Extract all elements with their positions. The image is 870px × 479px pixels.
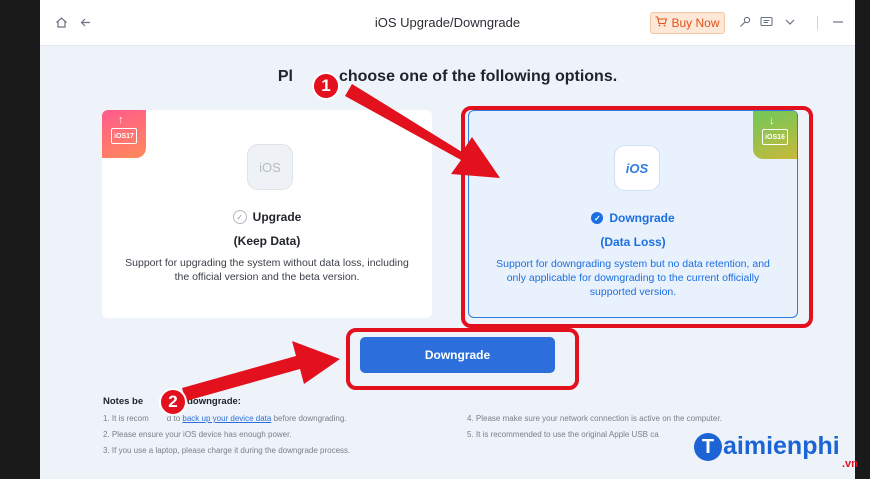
step-marker-1: 1 xyxy=(312,72,340,100)
radio-checked-icon[interactable]: ✓ xyxy=(591,212,604,224)
upgrade-subtitle: (Keep Data) xyxy=(233,234,301,248)
buy-now-button[interactable]: Buy Now xyxy=(650,12,725,34)
downgrade-subtitle: (Data Loss) xyxy=(600,235,666,249)
up-arrow-icon: ↑ xyxy=(118,114,124,126)
back-arrow-icon[interactable] xyxy=(77,14,93,30)
minimize-icon[interactable] xyxy=(830,14,846,30)
downgrade-title-text: Downgrade xyxy=(609,211,675,225)
notes-title-start: Notes be xyxy=(103,396,144,407)
note-1: 1. It is recom d to back up your device d… xyxy=(103,414,347,423)
ios16-badge-label: iOS16 xyxy=(762,129,788,145)
ios-download-icon: iOS xyxy=(614,145,660,191)
chevron-down-icon[interactable] xyxy=(782,14,798,30)
ios17-badge: ↑ iOS17 xyxy=(102,110,146,158)
note-2: 2. Please ensure your iOS device has eno… xyxy=(103,430,292,439)
ios17-badge-label: iOS17 xyxy=(111,128,137,144)
ios16-badge: ↓ iOS16 xyxy=(753,111,797,159)
step-marker-2: 2 xyxy=(159,388,187,416)
notes-title-end: downgrade: xyxy=(187,396,241,407)
note-4: 4. Please make sure your network connect… xyxy=(467,414,722,423)
downgrade-option-card[interactable]: ↓ iOS16 iOS ✓ Downgrade (Data Loss) Supp… xyxy=(468,110,798,318)
note-1-suffix: before downgrading. xyxy=(273,414,347,423)
watermark-suffix: .vn xyxy=(842,458,858,470)
heading-start: Pl xyxy=(277,68,293,85)
window-title: iOS Upgrade/Downgrade xyxy=(374,15,521,30)
downgrade-button[interactable]: Downgrade xyxy=(360,337,555,373)
upgrade-title: ✓ Upgrade xyxy=(102,210,432,224)
downgrade-description: Support for downgrading system but no da… xyxy=(496,258,770,298)
upgrade-title-text: Upgrade xyxy=(252,210,302,224)
down-arrow-icon: ↓ xyxy=(769,115,775,127)
titlebar-divider xyxy=(817,16,818,30)
buy-now-label: Buy Now xyxy=(671,16,720,30)
cart-icon xyxy=(655,16,668,30)
watermark-text: aimienphi xyxy=(723,432,840,460)
site-watermark: Taimienphi .vn xyxy=(694,432,858,470)
home-icon[interactable] xyxy=(53,14,69,30)
radio-unchecked-icon[interactable]: ✓ xyxy=(232,210,247,224)
note-1-prefix: 1. It is recom xyxy=(103,414,149,423)
note-3: 3. If you use a laptop, please charge it… xyxy=(103,446,351,455)
title-bar: iOS Upgrade/Downgrade Buy Now xyxy=(40,0,855,46)
ios-icon: iOS xyxy=(247,144,293,190)
feedback-icon[interactable] xyxy=(758,14,774,30)
key-icon[interactable] xyxy=(737,14,753,30)
watermark-logo-letter: T xyxy=(694,433,722,462)
upgrade-option-card[interactable]: ↑ iOS17 iOS ✓ Upgrade (Keep Data) Suppor… xyxy=(102,110,432,318)
upgrade-description: Support for upgrading the system without… xyxy=(125,257,409,283)
downgrade-title: ✓ Downgrade xyxy=(469,211,797,225)
note-5: 5. It is recommended to use the original… xyxy=(467,430,659,439)
heading-end: choose one of the following options. xyxy=(338,68,618,85)
page-heading: Pl choose one of the following options. xyxy=(40,68,855,86)
backup-data-link[interactable]: back up your device data xyxy=(182,414,271,423)
